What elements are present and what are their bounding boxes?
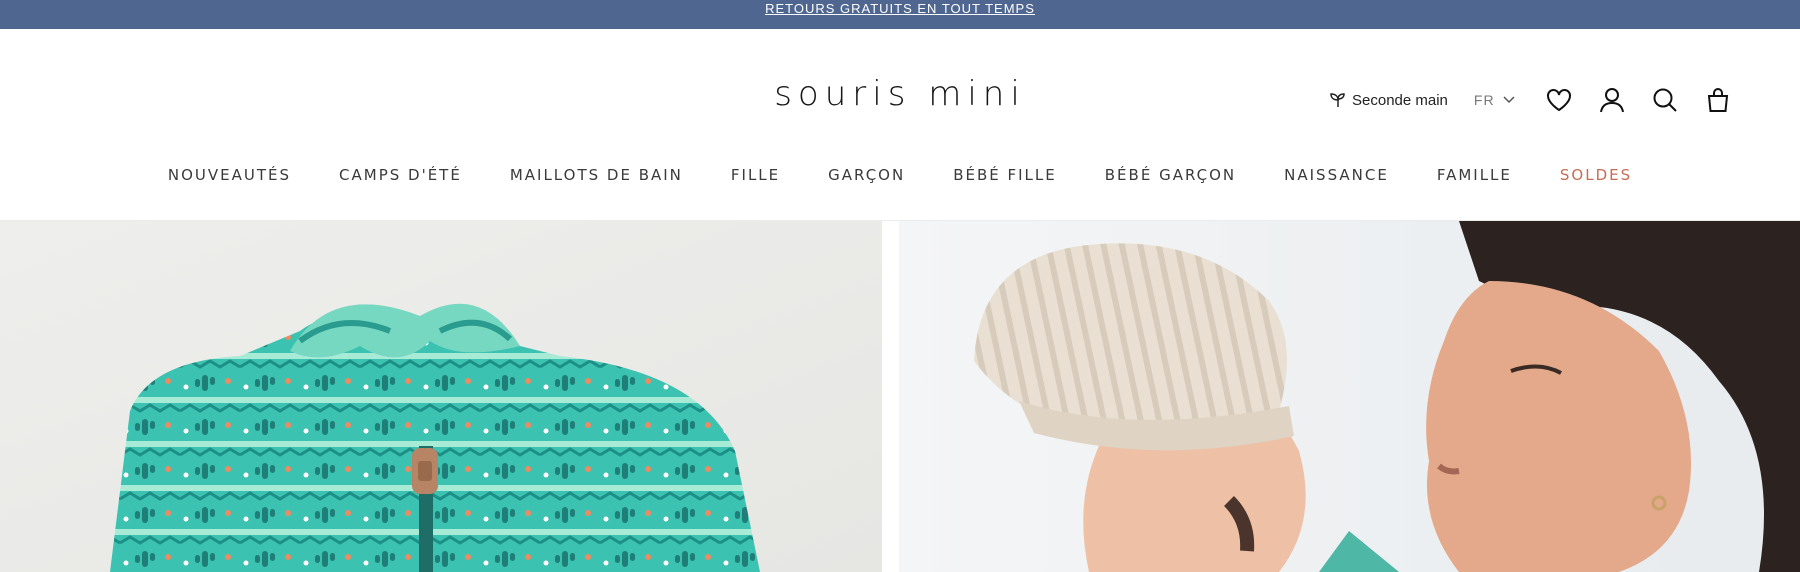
- main-navigation: NOUVEAUTÉS CAMPS D'ÉTÉ MAILLOTS DE BAIN …: [0, 166, 1800, 184]
- header-utilities: Seconde main FR: [1330, 82, 1732, 118]
- account-button[interactable]: [1598, 86, 1626, 114]
- heart-icon: [1546, 89, 1571, 112]
- language-selector[interactable]: FR: [1474, 92, 1515, 108]
- nav-item-soldes[interactable]: SOLDES: [1560, 166, 1632, 184]
- second-hand-link[interactable]: Seconde main: [1330, 92, 1448, 109]
- nav-item-bebe-garcon[interactable]: BÉBÉ GARÇON: [1105, 166, 1236, 184]
- hero-banner: [0, 221, 1800, 572]
- search-icon: [1653, 88, 1677, 112]
- hero-image-fleece-jacket[interactable]: [0, 221, 882, 572]
- nav-item-maillots-de-bain[interactable]: MAILLOTS DE BAIN: [510, 166, 683, 184]
- nav-item-camps-ete[interactable]: CAMPS D'ÉTÉ: [339, 166, 462, 184]
- account-icon: [1599, 88, 1624, 113]
- cart-button[interactable]: [1704, 86, 1732, 114]
- language-label: FR: [1473, 92, 1495, 108]
- bag-icon: [1707, 88, 1728, 112]
- search-button[interactable]: [1651, 86, 1679, 114]
- hero-image-mother-child[interactable]: [899, 221, 1800, 572]
- hero-divider: [882, 221, 899, 572]
- fleece-jacket-illustration: [0, 221, 882, 572]
- site-header: souris mini Seconde main FR NOUVEAUTÉS C…: [0, 29, 1800, 221]
- mother-child-illustration: [899, 221, 1800, 572]
- nav-item-garcon[interactable]: GARÇON: [828, 166, 905, 184]
- wishlist-button[interactable]: [1545, 86, 1573, 114]
- nav-item-naissance[interactable]: NAISSANCE: [1284, 166, 1389, 184]
- sprout-icon: [1330, 93, 1345, 107]
- nav-item-famille[interactable]: FAMILLE: [1437, 166, 1512, 184]
- nav-item-fille[interactable]: FILLE: [731, 166, 780, 184]
- nav-item-nouveautes[interactable]: NOUVEAUTÉS: [168, 166, 291, 184]
- second-hand-label: Seconde main: [1352, 91, 1448, 109]
- chevron-down-icon: [1503, 96, 1515, 104]
- announcement-link[interactable]: RETOURS GRATUITS EN TOUT TEMPS: [765, 2, 1035, 16]
- nav-item-bebe-fille[interactable]: BÉBÉ FILLE: [953, 166, 1057, 184]
- announcement-bar: RETOURS GRATUITS EN TOUT TEMPS: [0, 0, 1800, 29]
